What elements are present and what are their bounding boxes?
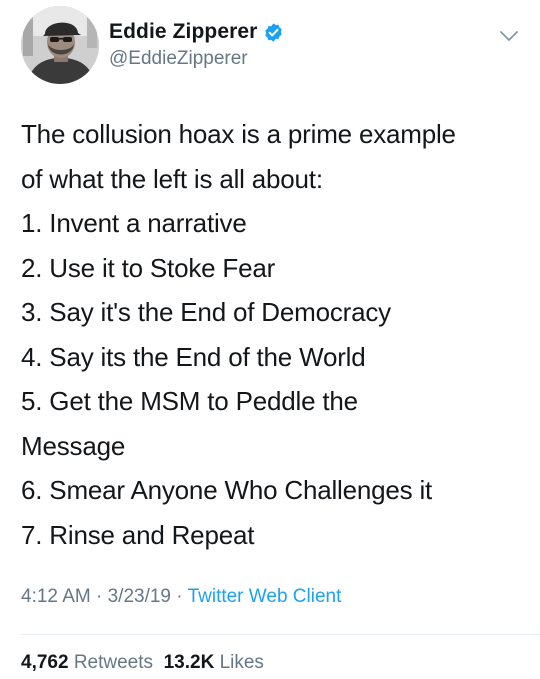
- tweet-line: Message: [21, 430, 126, 461]
- retweets-label: Retweets: [73, 652, 154, 673]
- tweet-line: 2. Use it to Stoke Fear: [21, 252, 276, 283]
- tweet-line: 1. Invent a narrative: [21, 208, 247, 238]
- tweet-line: of what the left is all about:: [21, 163, 323, 194]
- tweet-line: 3. Say it's the End of Democracy: [21, 297, 391, 327]
- avatar[interactable]: [21, 6, 99, 84]
- tweet-time[interactable]: 4:12 AM: [21, 586, 91, 607]
- likes-label: Likes: [219, 652, 264, 673]
- tweet-source-link[interactable]: Twitter Web Client: [188, 586, 342, 607]
- tweet-header: Eddie Zipperer @EddieZipperer: [21, 6, 526, 86]
- tweet-line: 4. Say its the End of the World: [21, 341, 366, 372]
- likes-stat[interactable]: 13.2K Likes: [164, 652, 264, 673]
- tweet-line: The collusion hoax is a prime example: [21, 119, 456, 149]
- verified-badge-icon: [263, 22, 284, 43]
- likes-count: 13.2K: [163, 652, 215, 673]
- retweets-count: 4,762: [21, 652, 69, 673]
- tweet-line: 5. Get the MSM to Peddle the: [21, 386, 358, 416]
- tweet-stats: 4,762 Retweets 13.2K Likes: [21, 652, 264, 674]
- tweet-meta: 4:12 AM · 3/23/19 · Twitter Web Client: [21, 586, 341, 608]
- retweets-stat[interactable]: 4,762 Retweets: [21, 652, 153, 673]
- tweet-line: 6. Smear Anyone Who Challenges it: [21, 475, 433, 505]
- chevron-down-icon[interactable]: [498, 28, 520, 44]
- tweet-line: 7. Rinse and Repeat: [21, 519, 255, 550]
- avatar-image: [21, 6, 99, 84]
- divider: [21, 634, 540, 635]
- tweet: Eddie Zipperer @EddieZipperer The collus…: [0, 0, 540, 679]
- name-row: Eddie Zipperer: [109, 20, 284, 44]
- meta-separator: ·: [176, 586, 183, 607]
- handle[interactable]: @EddieZipperer: [109, 48, 248, 70]
- meta-separator: ·: [96, 586, 103, 607]
- tweet-date[interactable]: 3/23/19: [108, 586, 171, 607]
- display-name[interactable]: Eddie Zipperer: [109, 20, 257, 44]
- tweet-text: The collusion hoax is a prime example of…: [21, 112, 526, 557]
